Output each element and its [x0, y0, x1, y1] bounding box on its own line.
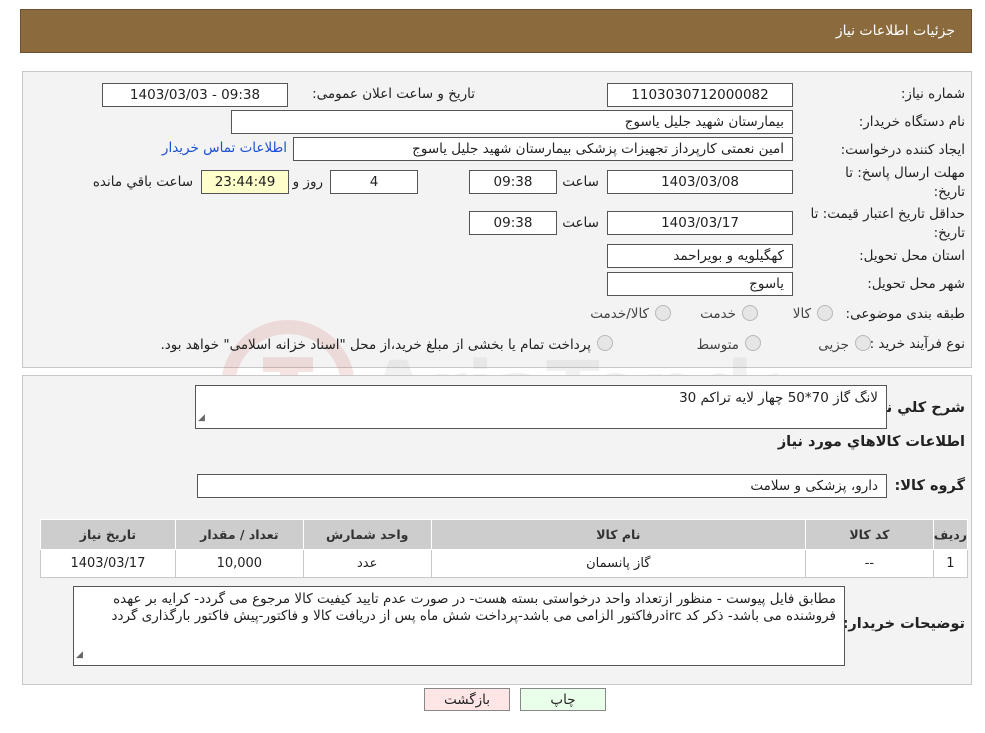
cell-date: 1403/03/17: [40, 549, 176, 578]
buyer-field: بیمارستان شهید جلیل یاسوج: [231, 110, 793, 134]
category-option-service: خدمت: [700, 306, 736, 322]
table-row: 1 -- گاز پانسمان عدد 10,000 1403/03/17: [40, 549, 969, 578]
items-table: رديف کد کالا نام کالا واحد شمارش تعداد /…: [40, 519, 969, 578]
validity-label: حداقل تاریخ اعتبار قیمت: تا: [810, 206, 965, 222]
days-field: 4: [330, 170, 418, 194]
validity-time-label: ساعت: [562, 215, 599, 231]
process-radio-medium[interactable]: [745, 335, 761, 351]
deadline-time-label: ساعت: [562, 174, 599, 190]
group-field: دارو، پزشکی و سلامت: [197, 474, 887, 498]
category-option-goods-service: کالا/خدمت: [590, 306, 649, 322]
days-label: روز و: [292, 174, 323, 190]
city-label: شهر محل تحویل:: [867, 276, 965, 292]
province-field: کهگیلویه و بویراحمد: [607, 244, 793, 268]
validity-label-date: تاریخ:: [933, 225, 965, 241]
category-radio-service[interactable]: [742, 305, 758, 321]
creator-label: ایجاد کننده درخواست:: [840, 142, 965, 158]
process-label: نوع فرآیند خرید :: [869, 336, 965, 352]
details-panel: AriaTender.neT شماره نیاز: 1103030712000…: [22, 71, 972, 454]
col-row: رديف: [932, 519, 969, 550]
col-name: نام کالا: [430, 519, 807, 550]
deadline-label: مهلت ارسال پاسخ: تا: [845, 165, 965, 181]
deadline-label-date: تاریخ:: [933, 184, 965, 200]
col-quantity: تعداد / مقدار: [174, 519, 304, 550]
category-label: طبقه بندی موضوعی:: [845, 306, 965, 322]
remaining-label: ساعت باقي مانده: [92, 174, 193, 190]
cell-quantity: 10,000: [174, 549, 304, 578]
process-note: پرداخت تمام یا بخشی از مبلغ خرید،از محل …: [160, 337, 591, 353]
province-label: استان محل تحویل:: [859, 248, 965, 264]
items-heading: اطلاعات کالاهاي مورد نياز: [777, 434, 965, 450]
cell-row: 1: [932, 549, 969, 578]
resize-grip-icon: ◢: [76, 650, 83, 660]
cell-unit: عدد: [302, 549, 432, 578]
validity-time-field: 09:38: [469, 211, 557, 235]
page-title: جزئیات اطلاعات نیاز: [835, 23, 955, 39]
back-button[interactable]: بازگشت: [424, 688, 510, 711]
notes-field: مطابق فایل پیوست - منظور ازتعداد واحد در…: [73, 586, 845, 666]
announce-label: تاریخ و ساعت اعلان عمومی:: [312, 86, 475, 102]
remaining-time-field: 23:44:49: [201, 170, 289, 194]
print-button[interactable]: چاپ: [520, 688, 606, 711]
buyer-label: نام دستگاه خریدار:: [858, 114, 965, 130]
validity-date-field: 1403/03/17: [607, 211, 793, 235]
cell-name: گاز پانسمان: [430, 549, 807, 578]
process-option-minor: جزیی: [818, 337, 849, 353]
deadline-date-field: 1403/03/08: [607, 170, 793, 194]
city-field: یاسوج: [607, 272, 793, 296]
announce-field: 1403/03/03 - 09:38: [102, 83, 288, 107]
need-number-field: 1103030712000082: [607, 83, 793, 107]
category-radio-goods[interactable]: [817, 305, 833, 321]
page-header: جزئیات اطلاعات نیاز: [20, 9, 972, 53]
group-label: گروه کالا:: [894, 478, 965, 494]
resize-grip-icon: ◢: [198, 413, 205, 423]
deadline-time-field: 09:38: [469, 170, 557, 194]
category-option-goods: کالا: [792, 306, 811, 322]
items-panel: شرح کلي نياز: لانگ گاز 70*50 چهار لایه ت…: [22, 375, 972, 685]
process-option-medium: متوسط: [696, 337, 739, 353]
col-unit: واحد شمارش: [302, 519, 432, 550]
description-field: لانگ گاز 70*50 چهار لایه تراکم 30 ◢: [195, 385, 887, 429]
notes-label: توضیحات خریدار:: [842, 616, 965, 632]
buyer-contact-link[interactable]: اطلاعات تماس خریدار: [162, 140, 287, 156]
need-number-label: شماره نیاز:: [900, 86, 965, 102]
cell-code: --: [805, 549, 934, 578]
treasury-checkbox[interactable]: [597, 335, 613, 351]
table-header-row: رديف کد کالا نام کالا واحد شمارش تعداد /…: [40, 519, 969, 550]
process-radio-minor[interactable]: [855, 335, 871, 351]
col-code: کد کالا: [805, 519, 934, 550]
creator-field: امین نعمتی کارپرداز تجهیزات پزشکی بیمارس…: [293, 137, 793, 161]
category-radio-goods-service[interactable]: [655, 305, 671, 321]
col-date: تاریخ نیاز: [40, 519, 176, 550]
